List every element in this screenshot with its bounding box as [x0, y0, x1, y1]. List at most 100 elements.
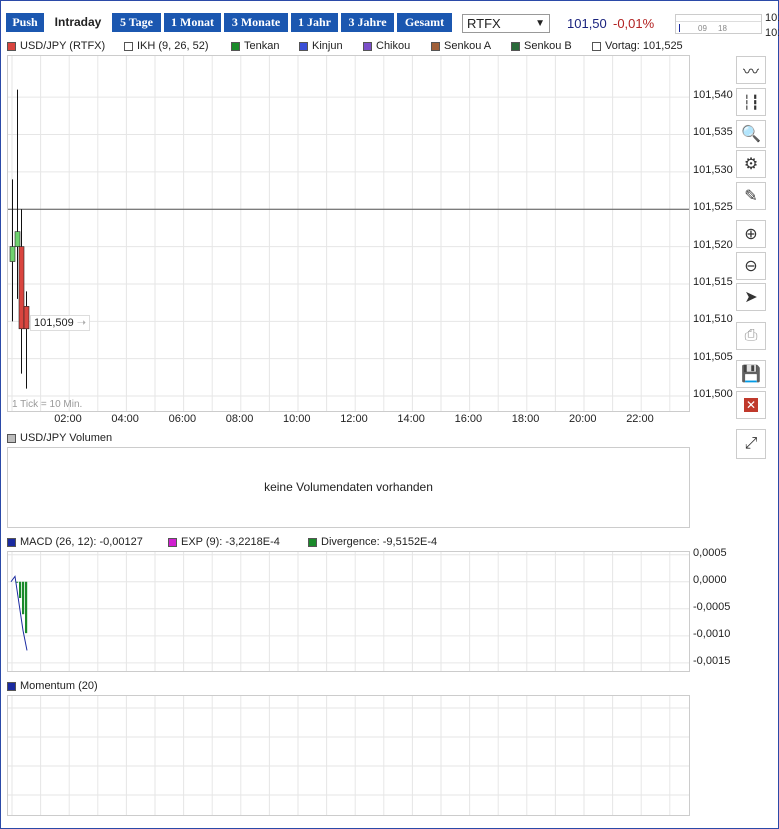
y-tick-label: 0,0005: [693, 546, 727, 559]
y-tick-label: 0,0000: [693, 573, 727, 586]
price-plot[interactable]: 1 Tick = 10 Min. 101,509 ➝: [7, 55, 690, 412]
candle-body: [18, 246, 25, 330]
main-legend-item: Senkou A: [431, 40, 491, 52]
y-tick-label: -0,0010: [693, 627, 731, 640]
main-legend-item: Senkou B: [511, 40, 572, 52]
zoom-in-button[interactable]: ⊕: [736, 220, 766, 248]
tab-intraday[interactable]: Intraday: [47, 13, 109, 32]
tab-5-tage[interactable]: 5 Tage: [112, 13, 161, 32]
macd-legend-item: MACD (26, 12): -0,00127: [7, 536, 143, 548]
legend-swatch: [231, 41, 240, 51]
mini-chart-xlabel: 18: [718, 24, 727, 33]
y-tick-label: 101,510: [693, 313, 733, 326]
momentum-plot[interactable]: [7, 695, 690, 816]
divergence-bar: [25, 581, 28, 634]
mini-chart-bottom-label: 101,5: [765, 27, 779, 39]
tab-push[interactable]: Push: [6, 13, 44, 32]
legend-label: Senkou A: [444, 40, 492, 52]
print-icon: ⎙: [744, 327, 758, 344]
legend-swatch: [299, 41, 308, 51]
y-tick-label: 101,525: [693, 201, 733, 214]
tab-1-monat[interactable]: 1 Monat: [164, 13, 221, 32]
volume-empty-message: keine Volumendaten vorhanden: [264, 480, 433, 494]
tab-gesamt[interactable]: Gesamt: [397, 13, 452, 32]
macd-legend-item: Divergence: -9,5152E-4: [308, 536, 437, 548]
x-tick-label: 02:00: [54, 413, 82, 425]
line-chart-button[interactable]: 〰: [736, 56, 766, 84]
macd-plot[interactable]: [7, 551, 690, 672]
y-tick-label: 101,535: [693, 126, 733, 139]
y-tick-label: 101,530: [693, 163, 733, 176]
ohlc-chart-button[interactable]: ┆┇: [736, 88, 766, 116]
candle-body: [23, 306, 30, 330]
settings-icon: ⚙: [743, 156, 759, 173]
settings-button[interactable]: ⚙: [736, 150, 766, 178]
legend-label: Chikou: [376, 40, 411, 52]
legend-label: Senkou B: [524, 40, 572, 52]
legend-swatch: [363, 41, 372, 51]
last-price-value: 101,509: [34, 317, 74, 329]
momentum-title: Momentum (20): [20, 680, 98, 692]
legend-swatch: [168, 537, 177, 547]
price-value: 101,50: [567, 16, 607, 31]
tab-3-jahre[interactable]: 3 Jahre: [341, 13, 394, 32]
legend-swatch: [7, 433, 16, 443]
fullscreen-button[interactable]: ⤢: [736, 429, 766, 459]
divergence-bar: [22, 581, 25, 615]
candle-body: [14, 231, 21, 247]
legend-label: Vortag: 101,525: [605, 40, 683, 52]
legend-label: Divergence: -9,5152E-4: [321, 536, 438, 548]
fullscreen-icon: ⤢: [744, 435, 758, 452]
main-legend-item: USD/JPY (RTFX): [7, 40, 105, 52]
zoom-out-button[interactable]: ⊖: [736, 252, 766, 280]
x-tick-label: 12:00: [340, 413, 368, 425]
macd-plot-svg: [8, 552, 689, 671]
candle-body: [9, 246, 16, 262]
pointer-button[interactable]: ➤: [736, 283, 766, 311]
x-tick-label: 22:00: [626, 413, 654, 425]
tab-3-monate[interactable]: 3 Monate: [224, 13, 288, 32]
legend-swatch: [124, 41, 133, 51]
y-tick-label: 101,515: [693, 275, 733, 288]
main-legend-item: Tenkan: [231, 40, 279, 52]
mini-chart: 09 18: [675, 14, 762, 34]
legend-swatch: [7, 681, 16, 691]
exchange-select[interactable]: RTFX ▼: [462, 14, 550, 33]
main-legend-item: IKH (9, 26, 52): [124, 40, 209, 52]
legend-swatch: [308, 537, 317, 547]
x-tick-label: 06:00: [168, 413, 197, 425]
x-tick-label: 18:00: [511, 413, 540, 425]
volume-plot: keine Volumendaten vorhanden: [7, 447, 690, 528]
zoom-out-icon: ⊖: [744, 258, 758, 275]
mini-chart-xlabel: 09: [698, 24, 707, 33]
price-plot-svg: [8, 56, 689, 411]
main-legend-item: Kinjun: [299, 40, 343, 52]
line-chart-icon: 〰: [742, 64, 759, 81]
legend-swatch: [7, 537, 16, 547]
volume-legend: USD/JPY Volumen: [7, 432, 112, 444]
save-button[interactable]: 💾: [736, 360, 766, 388]
price-change: -0,01%: [613, 16, 655, 31]
print-button[interactable]: ⎙: [736, 322, 766, 350]
legend-label: IKH (9, 26, 52): [137, 40, 209, 52]
ohlc-chart-icon: ┆┇: [742, 93, 760, 110]
momentum-plot-svg: [8, 696, 689, 815]
y-tick-label: 101,500: [693, 388, 733, 401]
legend-label: EXP (9): -3,2218E-4: [181, 536, 280, 548]
y-tick-label: 101,540: [693, 89, 733, 102]
x-tick-label: 04:00: [111, 413, 139, 425]
tick-note: 1 Tick = 10 Min.: [12, 399, 83, 410]
draw-button[interactable]: ✎: [736, 182, 766, 210]
chevron-down-icon: ▼: [535, 18, 545, 29]
mini-chart-top-label: 101,5: [765, 12, 779, 24]
x-tick-label: 10:00: [283, 413, 311, 425]
indicator-button[interactable]: 🔍: [736, 120, 766, 148]
tab-1-jahr[interactable]: 1 Jahr: [291, 13, 338, 32]
main-legend-item: Chikou: [363, 40, 410, 52]
delete-button[interactable]: ✕: [736, 391, 766, 419]
x-tick-label: 14:00: [397, 413, 425, 425]
zoom-in-icon: ⊕: [744, 226, 758, 243]
y-tick-label: -0,0005: [693, 600, 731, 613]
macd-legend-item: EXP (9): -3,2218E-4: [168, 536, 280, 548]
legend-swatch: [592, 41, 601, 51]
